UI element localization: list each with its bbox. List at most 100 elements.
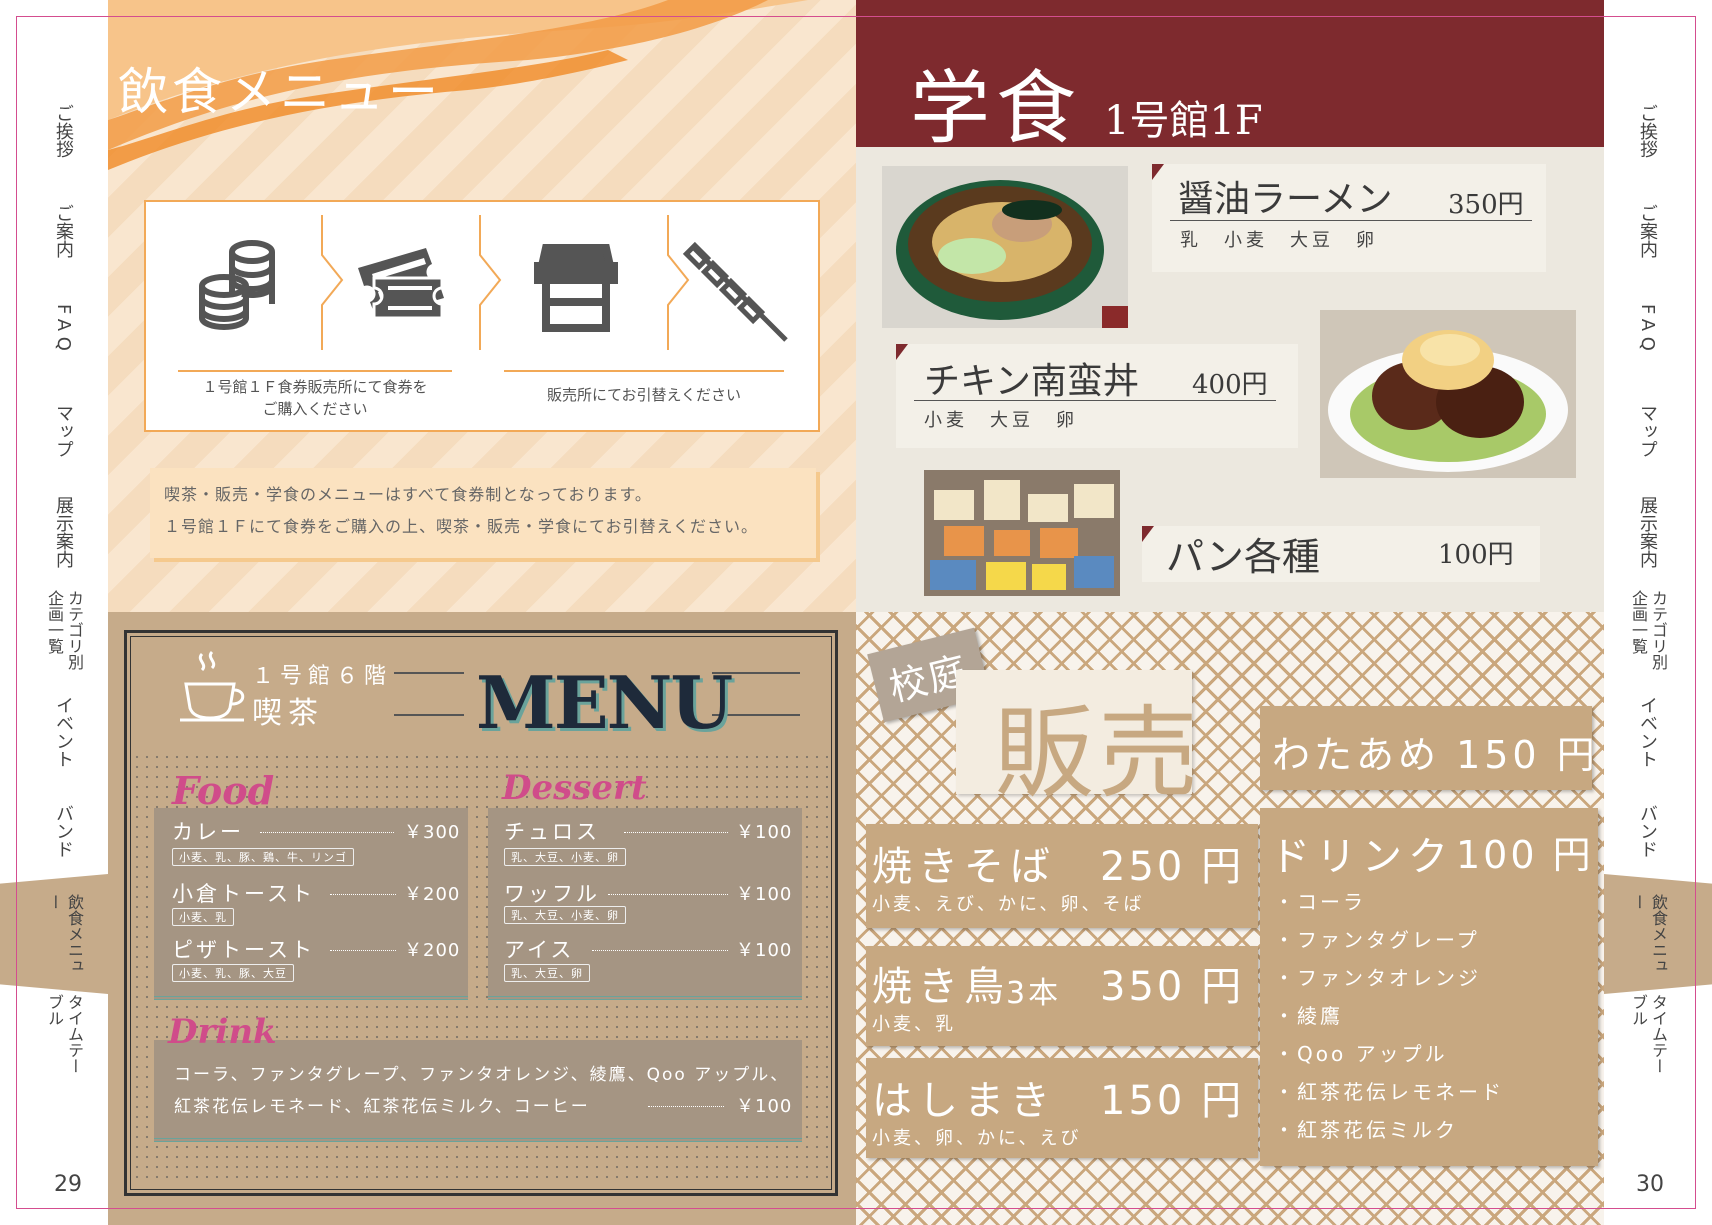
yakitori-name: 焼き鳥 xyxy=(872,964,1010,1010)
coffee-cup-icon xyxy=(180,650,245,722)
bread-photo xyxy=(924,470,1120,596)
price-pizza-toast: ￥200 xyxy=(404,940,461,961)
card-corner xyxy=(1142,526,1154,542)
price-waffle: ￥100 xyxy=(736,884,793,905)
drink-item: ・Qoo アップル xyxy=(1274,1042,1448,1066)
yakisoba-name: 焼きそば xyxy=(872,844,1056,890)
kissa-location: １号館６階 xyxy=(252,664,393,689)
nav-item-food-menu[interactable]: 飲食メニュー xyxy=(44,894,84,984)
nav-item-faq[interactable]: FAQ xyxy=(52,304,74,357)
menu-item-ice: アイス xyxy=(504,938,575,962)
nav-item-guide[interactable]: ご案内 xyxy=(1636,204,1658,258)
step2-caption: 販売所にてお引替えください xyxy=(546,386,742,404)
chicken-allergens: 小麦 大豆 卵 xyxy=(924,410,1078,431)
menu-item-ogura-toast: 小倉トースト xyxy=(172,882,315,906)
hashimaki-allergens: 小麦、卵、かに、えび xyxy=(872,1128,1082,1149)
kissa-panel: １号館６階 喫茶 MENU Food カレー ￥300 小麦、乳、豚、鶏、牛、リ… xyxy=(108,612,856,1225)
drink-board xyxy=(154,1040,802,1142)
menu-lines-left xyxy=(394,672,464,716)
step-arrows xyxy=(321,215,690,350)
nav-item-timetable[interactable]: タイムテーブル xyxy=(1628,994,1668,1084)
nav-item-faq[interactable]: FAQ xyxy=(1636,304,1658,357)
nav-item-category[interactable]: カテゴリ別企画一覧 xyxy=(1628,590,1668,678)
drink-item: ・綾鷹 xyxy=(1274,1004,1343,1028)
dessert-heading: Dessert xyxy=(502,768,647,808)
price-curry: ￥300 xyxy=(404,822,461,843)
gakushoku-header: 学食 1号館1F xyxy=(856,0,1604,155)
card-corner xyxy=(896,344,908,360)
nav-item-exhibits[interactable]: 展示案内 xyxy=(52,496,74,568)
ramen-photo xyxy=(882,166,1128,328)
page-number-right: 30 xyxy=(1636,1172,1664,1197)
dot-leader xyxy=(330,894,396,895)
hanbai-title: 販売 xyxy=(994,695,1202,812)
bread-name: パン各種 xyxy=(1166,535,1320,579)
dot-leader xyxy=(608,894,728,895)
page-title: 飲食メニュー xyxy=(118,63,442,121)
nav-item-guide[interactable]: ご案内 xyxy=(52,204,74,258)
nav-item-map[interactable]: マップ xyxy=(52,404,74,458)
page-number-left: 29 xyxy=(54,1172,82,1197)
nav-item-timetable[interactable]: タイムテーブル xyxy=(44,994,84,1084)
yakisoba-allergens: 小麦、えび、かに、卵、そば xyxy=(872,894,1145,915)
food-menu-intro-panel: 飲食メニュー １号館１Ｆ食券販売所にて食券を ご購入ください 販売所にてお引替え… xyxy=(108,0,856,612)
step-divider xyxy=(178,370,452,372)
notice-line1: 喫茶・販売・学食のメニューはすべて食券制となっております。 xyxy=(164,485,652,504)
nav-item-band[interactable]: バンド xyxy=(52,804,74,858)
drink-item: ・ファンタグレープ xyxy=(1274,928,1480,952)
ramen-allergens: 乳 小麦 大豆 卵 xyxy=(1180,230,1378,251)
drink-heading: Drink xyxy=(168,1012,277,1052)
kissa-name: 喫茶 xyxy=(252,696,324,731)
nav-item-event[interactable]: イベント xyxy=(1636,696,1658,768)
nav-item-food-menu[interactable]: 飲食メニュー xyxy=(1628,894,1668,984)
hashimaki-name: はしまき xyxy=(872,1078,1056,1124)
drink-price: 100 円 xyxy=(1456,833,1594,877)
chicken-name: チキン南蛮丼 xyxy=(924,361,1139,402)
price-drink: ￥100 xyxy=(736,1096,793,1117)
price-ice: ￥100 xyxy=(736,940,793,961)
yakisoba-price: 250 円 xyxy=(1100,844,1245,890)
allergy-curry: 小麦、乳、豚、鶏、牛、リンゴ xyxy=(172,848,354,866)
step1-caption: １号館１Ｆ食券販売所にて食券を ご購入ください xyxy=(202,378,428,418)
drink-title: ドリンク xyxy=(1270,834,1454,880)
yakitori-qty: 3本 xyxy=(1006,976,1062,1011)
bread-price: 100円 xyxy=(1438,540,1514,570)
nav-item-exhibits[interactable]: 展示案内 xyxy=(1636,496,1658,568)
chicken-underline xyxy=(914,400,1276,401)
drink-list-line2: 紅茶花伝レモネード、紅茶花伝ミルク、コーヒー xyxy=(174,1097,590,1117)
price-ogura-toast: ￥200 xyxy=(404,884,461,905)
ramen-price: 350円 xyxy=(1448,190,1524,220)
drink-item: ・コーラ xyxy=(1274,890,1366,914)
dot-leader xyxy=(330,950,396,951)
gakushoku-title: 学食 xyxy=(910,62,1082,155)
nav-item-greeting[interactable]: ご挨拶 xyxy=(1636,104,1658,158)
ramen-name: 醤油ラーメン xyxy=(1178,179,1393,220)
notice-line2: １号館１Ｆにて食券をご購入の上、喫茶・販売・学食にてお引替えください。 xyxy=(164,517,759,536)
nav-item-category[interactable]: カテゴリ別企画一覧 xyxy=(44,590,84,678)
allergy-waffle: 乳、大豆、小麦、卵 xyxy=(504,906,626,924)
nav-item-event[interactable]: イベント xyxy=(52,696,74,768)
yakitori-allergens: 小麦、乳 xyxy=(872,1014,956,1035)
food-heading: Food xyxy=(172,768,275,813)
gakushoku-location: 1号館1F xyxy=(1104,98,1263,144)
yakitori-price: 350 円 xyxy=(1100,964,1245,1010)
nav-item-map[interactable]: マップ xyxy=(1636,404,1658,458)
dot-leader xyxy=(648,1106,724,1107)
drink-item: ・紅茶花伝ミルク xyxy=(1274,1118,1458,1142)
allergy-ice: 乳、大豆、卵 xyxy=(504,964,590,982)
menu-item-waffle: ワッフル xyxy=(504,882,600,906)
ramen-underline xyxy=(1170,220,1532,221)
hashimaki-price: 150 円 xyxy=(1100,1078,1245,1124)
card-corner xyxy=(1152,164,1164,180)
price-churros: ￥100 xyxy=(736,822,793,843)
menu-heading: MENU xyxy=(476,660,733,745)
allergy-ogura-toast: 小麦、乳 xyxy=(172,908,234,926)
step-divider xyxy=(504,370,784,372)
nav-item-greeting[interactable]: ご挨拶 xyxy=(52,104,74,158)
chicken-price: 400円 xyxy=(1192,370,1268,400)
chicken-nanban-photo xyxy=(1320,310,1576,478)
allergy-churros: 乳、大豆、小麦、卵 xyxy=(504,848,626,866)
drink-item: ・ファンタオレンジ xyxy=(1274,966,1481,990)
dot-leader xyxy=(260,832,394,833)
nav-item-band[interactable]: バンド xyxy=(1636,804,1658,858)
